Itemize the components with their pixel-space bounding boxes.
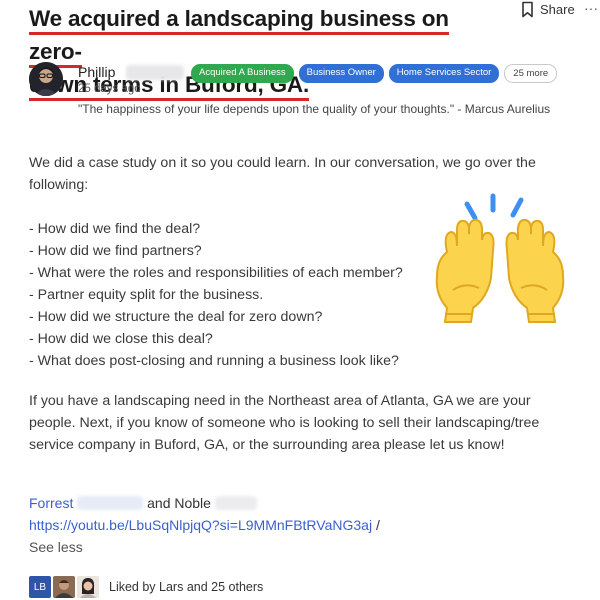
post-timestamp: 25 days ago bbox=[78, 83, 141, 95]
video-link[interactable]: https://youtu.be/LbuSqNlpjqQ?si=L9MMnFBt… bbox=[29, 517, 372, 533]
more-options-button[interactable]: ··· bbox=[584, 0, 598, 16]
mention-connector: and Noble bbox=[147, 495, 211, 511]
author-row: Phillip 25 days ago Acquired A Business … bbox=[29, 62, 589, 102]
video-url-line: https://youtu.be/LbuSqNlpjqQ?si=L9MMnFBt… bbox=[29, 514, 380, 536]
mentions-line: Forrest and Noble bbox=[29, 492, 257, 514]
list-item: - How did we close this deal? bbox=[29, 331, 213, 347]
tag-home-services-sector[interactable]: Home Services Sector bbox=[388, 64, 500, 83]
redacted-surname bbox=[214, 496, 257, 510]
tag-list: Acquired A Business Business Owner Home … bbox=[191, 64, 558, 83]
share-button[interactable]: Share bbox=[521, 1, 575, 18]
liker-avatar: LB bbox=[29, 576, 51, 598]
tag-more[interactable]: 25 more bbox=[504, 64, 558, 83]
tag-acquired-a-business[interactable]: Acquired A Business bbox=[191, 64, 294, 83]
post-title-line-1: We acquired a landscaping business on ze… bbox=[29, 6, 449, 68]
list-item: - How did we find partners? bbox=[29, 243, 202, 259]
raising-hands-emoji bbox=[425, 190, 575, 330]
share-label: Share bbox=[540, 2, 575, 17]
list-item: - How did we structure the deal for zero… bbox=[29, 309, 323, 325]
see-less-button[interactable]: See less bbox=[29, 536, 83, 558]
redacted-surname bbox=[126, 65, 184, 80]
author-quote: "The happiness of your life depends upon… bbox=[78, 102, 551, 116]
list-item: - Partner equity split for the business. bbox=[29, 287, 264, 303]
topic-list: - How did we find the deal? - How did we… bbox=[29, 218, 403, 372]
list-item: - How did we find the deal? bbox=[29, 221, 201, 237]
liker-avatar bbox=[77, 576, 99, 598]
list-item: - What does post-closing and running a b… bbox=[29, 353, 399, 369]
post-closing: If you have a landscaping need in the No… bbox=[29, 393, 540, 453]
author-name[interactable]: Phillip bbox=[78, 64, 115, 80]
redacted-surname bbox=[77, 496, 144, 510]
mention-forrest[interactable]: Forrest bbox=[29, 495, 73, 511]
likes-row[interactable]: LB Liked by Lars and 25 others bbox=[29, 575, 263, 599]
liker-avatar bbox=[53, 576, 75, 598]
url-suffix: / bbox=[372, 517, 380, 533]
likes-summary: Liked by Lars and 25 others bbox=[109, 580, 264, 594]
avatar[interactable] bbox=[29, 62, 63, 96]
tag-business-owner[interactable]: Business Owner bbox=[298, 64, 384, 83]
list-item: - What were the roles and responsibiliti… bbox=[29, 265, 403, 281]
bookmark-icon bbox=[521, 1, 534, 18]
